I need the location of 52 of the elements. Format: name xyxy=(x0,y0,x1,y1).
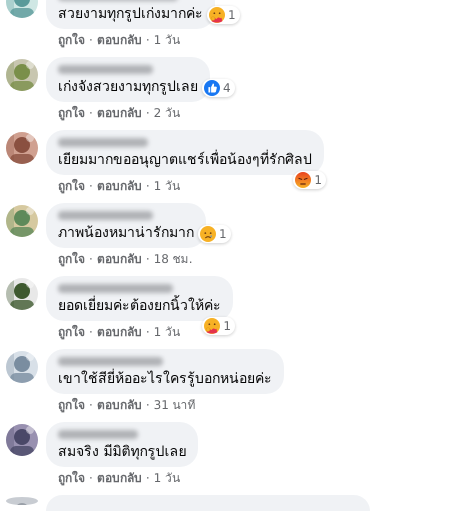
comment-time: 1 วัน xyxy=(154,32,180,48)
like-link[interactable]: ถูกใจ xyxy=(58,397,85,413)
comment-time: 1 วัน xyxy=(154,324,180,340)
reaction-count: 1 xyxy=(219,227,227,241)
comment-text: เยียมมากขออนุญาตแชร์เพื่อน้องๆที่รักศิลป xyxy=(58,151,312,170)
separator: · xyxy=(89,32,93,48)
comment-text: เก่งจังสวยงามทุกรูปเลย xyxy=(58,78,198,97)
comment-time: 18 ชม. xyxy=(154,251,193,267)
like-link[interactable]: ถูกใจ xyxy=(58,251,85,267)
comment-text: ภาพน้องหมาน่ารักมาก xyxy=(58,224,194,243)
comment-text: สมจริง มีมิติทุกรูปเลย xyxy=(58,443,186,462)
like-link[interactable]: ถูกใจ xyxy=(58,105,85,121)
comment-text: เขาใช้สียี่ห้ออะไรใครรู้บอกหน่อยค่ะ xyxy=(58,370,272,389)
separator: · xyxy=(89,251,93,267)
comment-time: 31 นาที xyxy=(154,397,196,413)
comment-time: 1 วัน xyxy=(154,470,180,486)
reaction-count: 4 xyxy=(223,81,231,95)
reaction-badge[interactable]: 1 xyxy=(207,6,240,24)
reaction-count: 1 xyxy=(223,319,231,333)
reaction-badge[interactable]: 1 xyxy=(293,171,326,189)
comment-time: 2 วัน xyxy=(154,105,180,121)
comment-text: ยอดเยี่ยมค่ะต้องยกนิ้วให้ค่ะ xyxy=(58,297,221,316)
reply-link[interactable]: ตอบกลับ xyxy=(96,397,142,413)
reaction-badge[interactable]: 4 xyxy=(202,79,235,97)
reaction-badge[interactable]: 1 xyxy=(202,317,235,335)
reply-link[interactable]: ตอบกลับ xyxy=(96,251,142,267)
reply-link[interactable]: ตอบกลับ xyxy=(96,32,142,48)
separator: · xyxy=(146,324,150,340)
separator: · xyxy=(146,105,150,121)
separator: · xyxy=(146,32,150,48)
separator: · xyxy=(89,397,93,413)
like-link[interactable]: ถูกใจ xyxy=(58,32,85,48)
reply-link[interactable]: ตอบกลับ xyxy=(96,470,142,486)
separator: · xyxy=(89,178,93,194)
like-link[interactable]: ถูกใจ xyxy=(58,470,85,486)
reaction-count: 1 xyxy=(314,173,322,187)
reaction-count: 1 xyxy=(228,8,236,22)
like-link[interactable]: ถูกใจ xyxy=(58,178,85,194)
reaction-badge[interactable]: 1 xyxy=(198,225,231,243)
comment-text: สวยงามทุกรูปเก่งมากค่ะ xyxy=(58,5,203,24)
separator: · xyxy=(146,470,150,486)
separator: · xyxy=(89,470,93,486)
separator: · xyxy=(146,397,150,413)
separator: · xyxy=(146,251,150,267)
like-link[interactable]: ถูกใจ xyxy=(58,324,85,340)
separator: · xyxy=(89,105,93,121)
reply-link[interactable]: ตอบกลับ xyxy=(96,105,142,121)
separator: · xyxy=(146,178,150,194)
comment-time: 1 วัน xyxy=(154,178,180,194)
separator: · xyxy=(89,324,93,340)
reply-link[interactable]: ตอบกลับ xyxy=(96,178,142,194)
reply-link[interactable]: ตอบกลับ xyxy=(96,324,142,340)
